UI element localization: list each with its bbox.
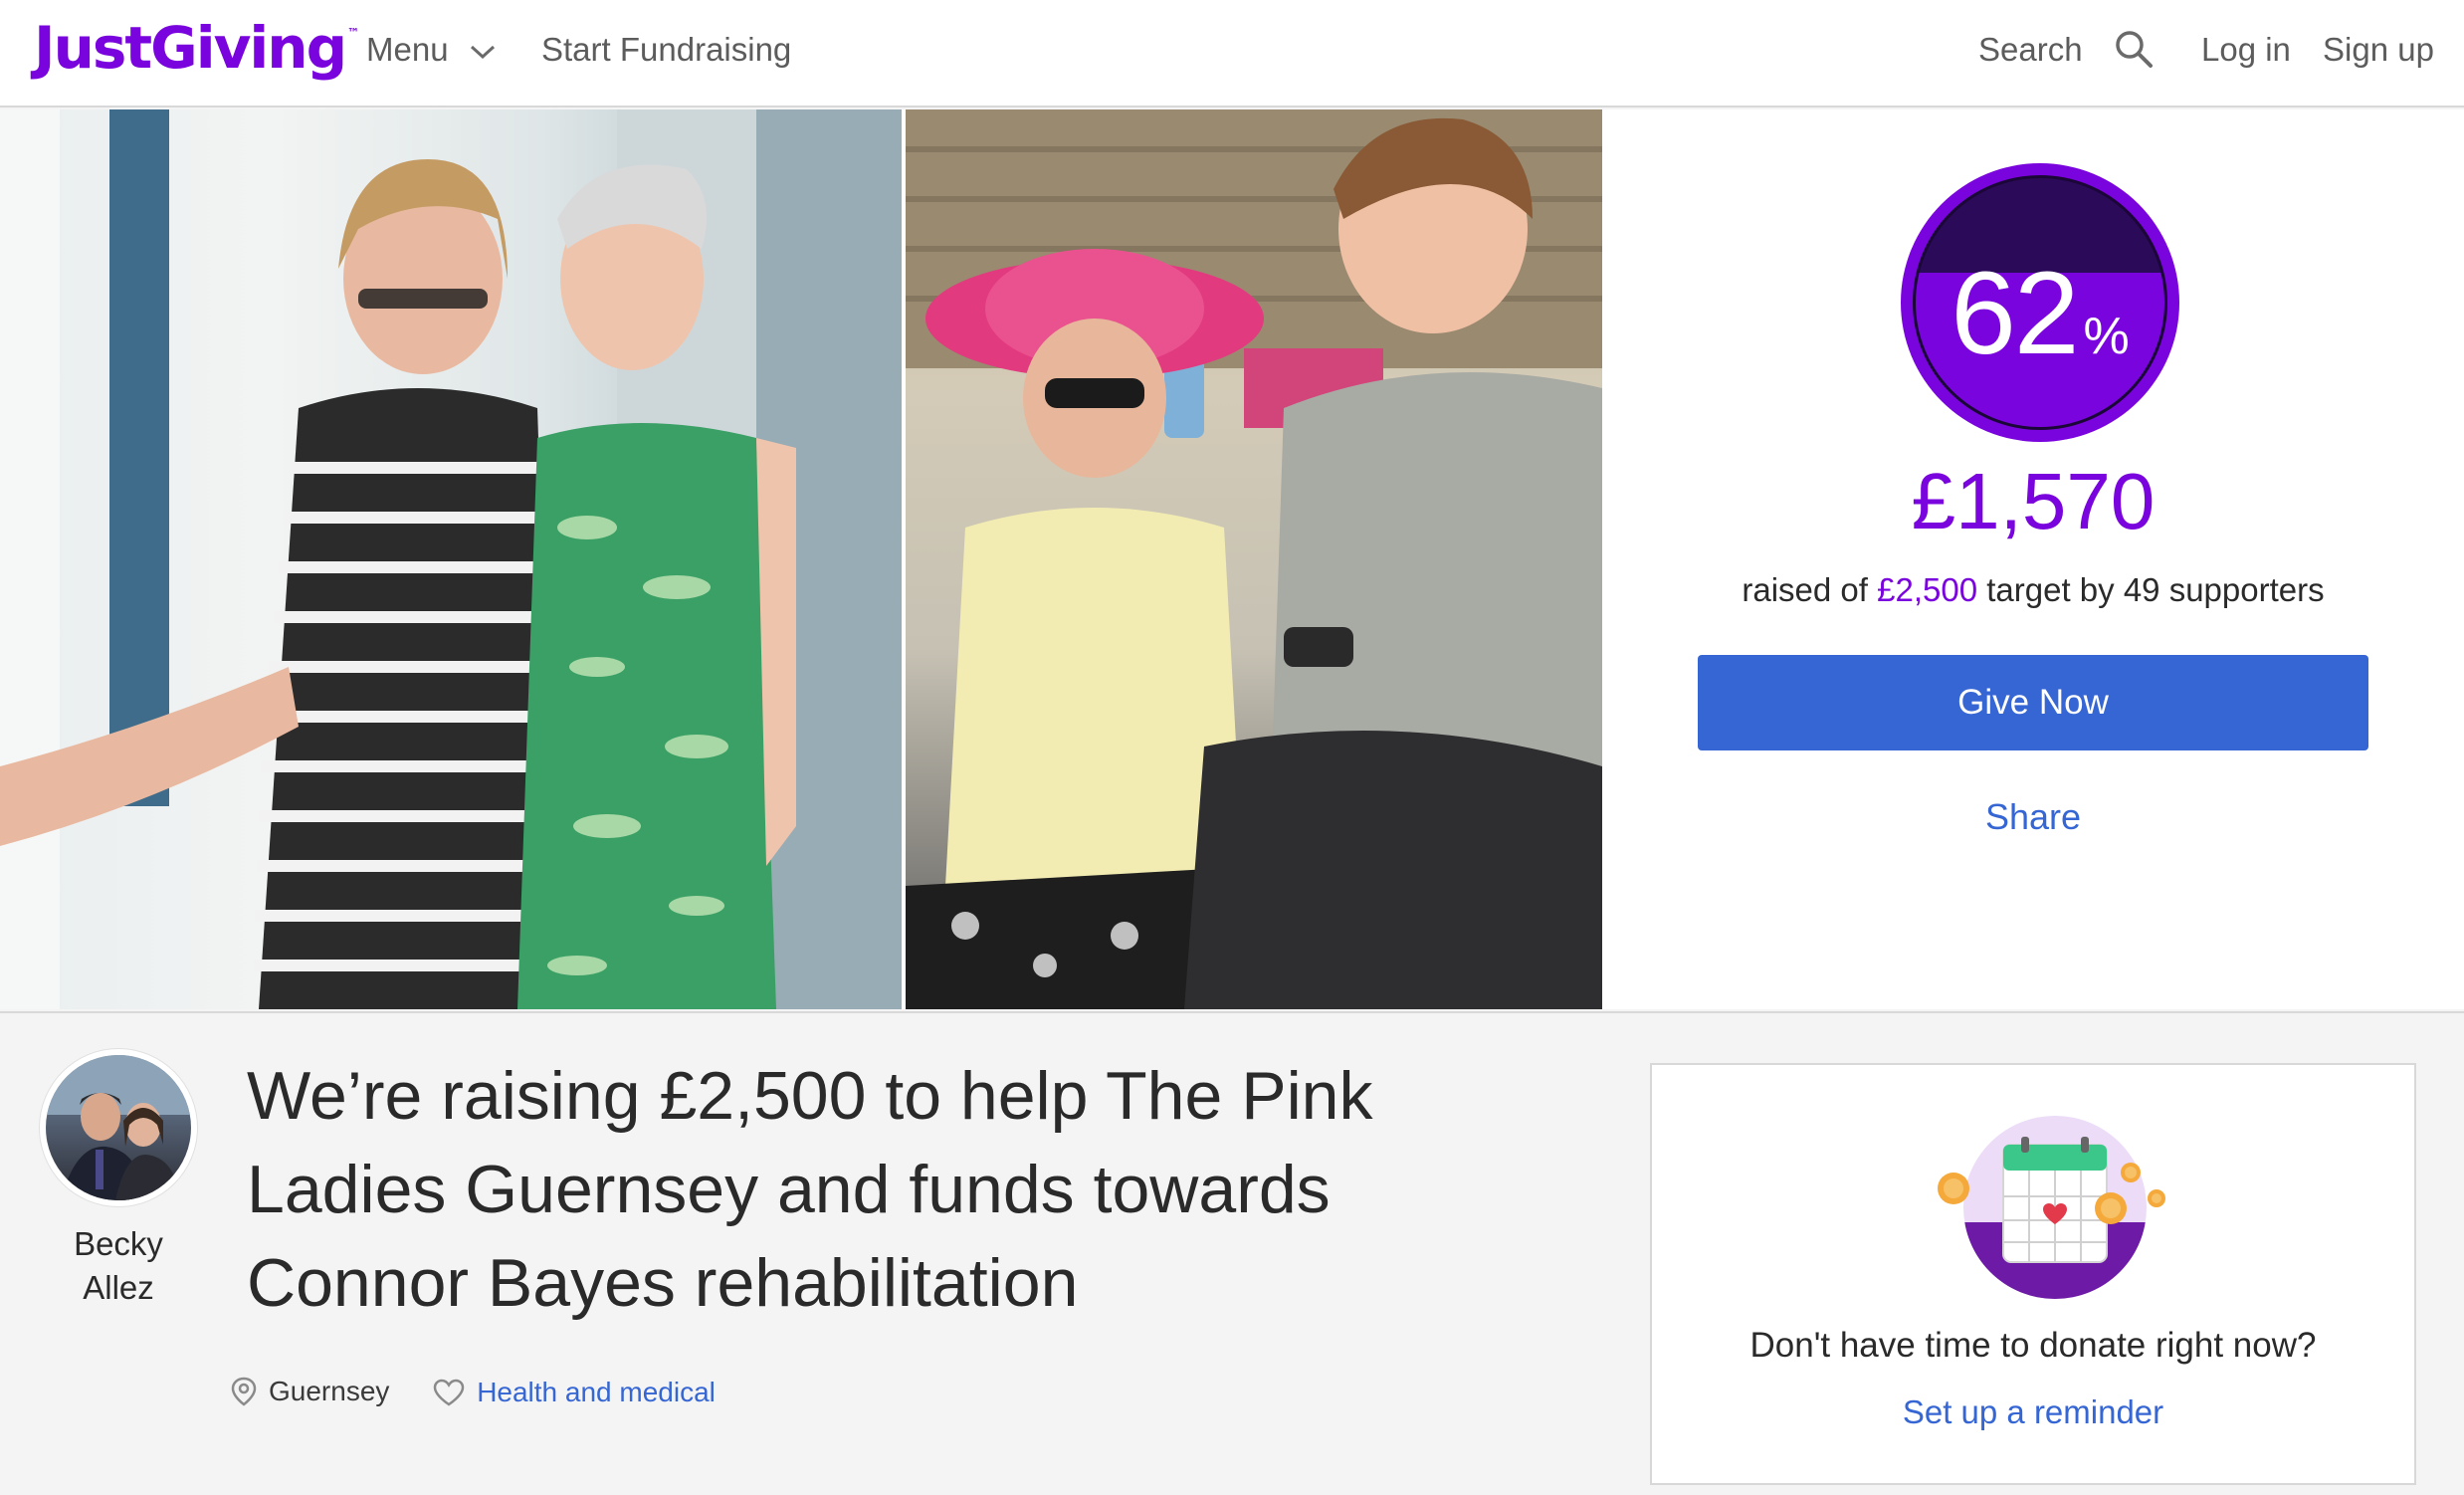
page-meta: Guernsey Health and medical bbox=[231, 1372, 751, 1411]
supporters-count: 49 supporters bbox=[2123, 571, 2325, 608]
start-fundraising-link[interactable]: Start Fundraising bbox=[541, 30, 791, 70]
give-now-button[interactable]: Give Now bbox=[1698, 655, 2368, 750]
amount-raised: £1,570 bbox=[1911, 457, 2156, 545]
log-in-link[interactable]: Log in bbox=[2201, 30, 2291, 70]
page-title: We’re raising £2,500 to help The Pink La… bbox=[247, 1058, 1373, 1321]
donation-panel: 62% £1,570 raised of £2,500 target by 49… bbox=[1602, 109, 2464, 1009]
progress-percent: 62% bbox=[1951, 248, 2130, 379]
location-pin-icon bbox=[231, 1377, 257, 1406]
set-up-reminder-link[interactable]: Set up a reminder bbox=[1652, 1393, 2414, 1431]
location-label: Guernsey bbox=[269, 1376, 390, 1406]
category[interactable]: Health and medical bbox=[433, 1373, 716, 1412]
target-amount: £2,500 bbox=[1877, 571, 1978, 608]
share-link[interactable]: Share bbox=[1602, 796, 2464, 838]
justgiving-logo[interactable]: JustGiving ™ bbox=[34, 14, 359, 82]
menu-button[interactable]: Menu bbox=[366, 30, 496, 70]
search-icon bbox=[2115, 31, 2153, 69]
site-header: JustGiving ™ Menu Start Fundraising Searc… bbox=[0, 0, 2464, 107]
reminder-card: Don't have time to donate right now? Set… bbox=[1650, 1063, 2416, 1485]
chevron-down-icon bbox=[470, 46, 495, 60]
search-label: Search bbox=[1978, 31, 2083, 68]
category-link[interactable]: Health and medical bbox=[477, 1373, 716, 1412]
location: Guernsey bbox=[231, 1372, 389, 1411]
owner-name[interactable]: Becky Allez bbox=[40, 1222, 197, 1310]
photo-two-women bbox=[0, 109, 902, 1009]
reminder-text: Don't have time to donate right now? bbox=[1749, 1326, 2317, 1365]
hero-photo bbox=[0, 109, 1602, 1009]
search-button[interactable]: Search bbox=[1978, 30, 2154, 70]
raised-summary: raised of £2,500 target by 49 supporters bbox=[1742, 571, 2325, 608]
heart-icon bbox=[433, 1379, 465, 1406]
menu-label: Menu bbox=[366, 31, 449, 68]
sign-up-link[interactable]: Sign up bbox=[2323, 30, 2434, 70]
photo-woman-and-man bbox=[906, 109, 1602, 1009]
calendar-reminder-icon bbox=[1936, 1113, 2165, 1302]
progress-ring: 62% bbox=[1901, 163, 2179, 442]
avatar[interactable] bbox=[40, 1049, 197, 1206]
page-details: Becky Allez We’re raising £2,500 to help… bbox=[0, 1011, 2464, 1495]
